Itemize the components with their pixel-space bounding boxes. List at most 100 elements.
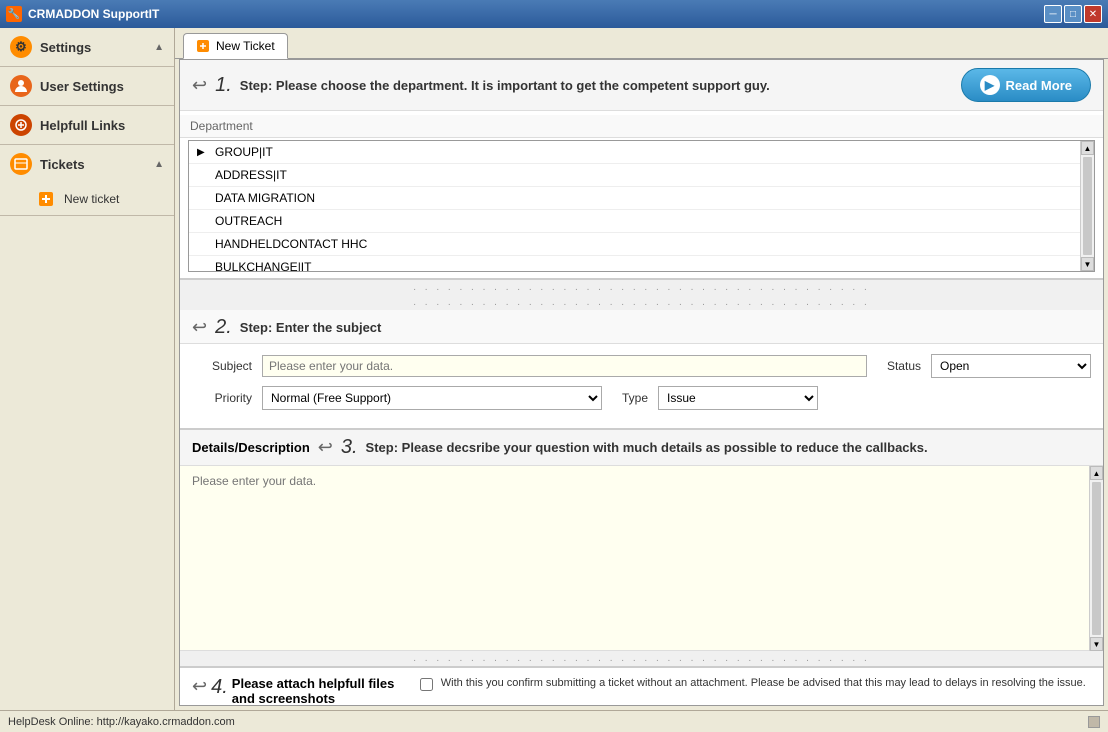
divider3: . . . . . . . . . . . . . . . . . . . . … (180, 651, 1103, 666)
app-container: ⚙ Settings ▲ User Settings (0, 28, 1108, 732)
subject-row: Subject Status Open Closed Pending (192, 354, 1091, 378)
new-ticket-icon (36, 189, 56, 209)
step2-arrow-icon: ↩ (192, 317, 207, 338)
dept-name: ADDRESS|IT (215, 168, 287, 182)
step3-arrow-icon: ↩ (318, 437, 333, 458)
tickets-label: Tickets (40, 157, 85, 172)
dept-row-hhc[interactable]: HANDHELDCONTACT HHC (189, 233, 1080, 256)
step1-text: Step: Please choose the department. It i… (240, 78, 770, 93)
maximize-button[interactable]: □ (1064, 5, 1082, 23)
sidebar-item-user-settings[interactable]: User Settings (0, 67, 174, 105)
dept-scroll-down[interactable]: ▼ (1081, 257, 1094, 271)
subject-input[interactable] (262, 355, 867, 377)
step1-header: ↩ 1. Step: Please choose the department.… (180, 60, 1103, 111)
sidebar-item-new-ticket[interactable]: New ticket (0, 183, 174, 215)
read-more-button[interactable]: ▶ Read More (961, 68, 1091, 102)
sidebar-item-settings[interactable]: ⚙ Settings ▲ (0, 28, 174, 66)
app-icon: 🔧 (6, 6, 22, 22)
content-area: New Ticket ↩ 1. Step: Please choose the … (175, 28, 1108, 710)
dept-name: DATA MIGRATION (215, 191, 315, 205)
sidebar-section-settings: ⚙ Settings ▲ (0, 28, 174, 67)
textarea-scrollbar: ▲ ▼ (1089, 466, 1103, 651)
textarea-scroll-down[interactable]: ▼ (1090, 637, 1103, 651)
tab-label: New Ticket (216, 39, 275, 53)
sidebar-section-tickets: Tickets ▲ New ticket (0, 145, 174, 216)
title-bar: 🔧 CRMADDON SupportIT ─ □ ✕ (0, 0, 1108, 28)
sidebar: ⚙ Settings ▲ User Settings (0, 28, 175, 710)
dept-row-bulkchange[interactable]: BULKCHANGE|IT (189, 256, 1080, 271)
dept-row-data-migration[interactable]: DATA MIGRATION (189, 187, 1080, 210)
step1-header-left: ↩ 1. Step: Please choose the department.… (192, 74, 770, 97)
step3-text: Step: Please decsribe your question with… (366, 440, 928, 455)
step2-text: Step: Enter the subject (240, 320, 382, 335)
priority-label: Priority (192, 391, 252, 405)
step4-section: ↩ 4. Please attach helpfull files and sc… (180, 668, 1103, 706)
department-section: Department ▶ GROUP|IT ADDRESS|IT (180, 111, 1103, 280)
checkbox-area: With this you confirm submitting a ticke… (420, 676, 1091, 691)
settings-icon: ⚙ (10, 36, 32, 58)
step2-number: 2. (215, 316, 232, 339)
details-textarea[interactable] (180, 466, 1089, 651)
dept-row-address-it[interactable]: ADDRESS|IT (189, 164, 1080, 187)
tickets-icon (10, 153, 32, 175)
step4-arrow-icon: ↩ (192, 676, 207, 697)
sidebar-section-user: User Settings (0, 67, 174, 106)
read-more-icon: ▶ (980, 75, 1000, 95)
dept-name: GROUP|IT (215, 145, 273, 159)
no-attachment-checkbox[interactable] (420, 678, 433, 691)
links-label: Helpfull Links (40, 118, 125, 133)
step1-number: 1. (215, 74, 232, 97)
read-more-label: Read More (1006, 78, 1072, 93)
step3-header: Details/Description ↩ 3. Step: Please de… (180, 430, 1103, 466)
dept-row-arrow: ▶ (197, 147, 209, 158)
user-settings-label: User Settings (40, 79, 124, 94)
tab-new-ticket[interactable]: New Ticket (183, 33, 288, 59)
textarea-scroll-up[interactable]: ▲ (1090, 466, 1103, 480)
step2-form: Subject Status Open Closed Pending Prior… (180, 344, 1103, 430)
attach-title: Please attach helpfull files and screens… (232, 676, 412, 706)
status-select[interactable]: Open Closed Pending (931, 354, 1091, 378)
dept-row-outreach[interactable]: OUTREACH (189, 210, 1080, 233)
sidebar-section-links: Helpfull Links (0, 106, 174, 145)
title-bar-controls: ─ □ ✕ (1044, 5, 1102, 23)
step2-header: ↩ 2. Step: Enter the subject (180, 310, 1103, 344)
step1-arrow-icon: ↩ (192, 75, 207, 96)
resize-handle[interactable] (1088, 716, 1100, 728)
dept-name: HANDHELDCONTACT HHC (215, 237, 367, 251)
type-label: Type (622, 391, 648, 405)
step4-header: ↩ 4. Please attach helpfull files and sc… (192, 676, 1091, 706)
minimize-button[interactable]: ─ (1044, 5, 1062, 23)
textarea-container: ▲ ▼ (180, 466, 1103, 651)
status-label: Status (887, 359, 921, 373)
priority-row: Priority Normal (Free Support) High Low … (192, 386, 1091, 410)
checkbox-text: With this you confirm submitting a ticke… (441, 676, 1086, 691)
subject-label: Subject (192, 359, 252, 373)
sidebar-item-tickets[interactable]: Tickets ▲ (0, 145, 174, 183)
dept-scroll-up[interactable]: ▲ (1081, 141, 1094, 155)
sidebar-item-links[interactable]: Helpfull Links (0, 106, 174, 144)
tab-icon (196, 39, 210, 53)
step3-section: Details/Description ↩ 3. Step: Please de… (180, 430, 1103, 668)
step4-title-area: ↩ 4. Please attach helpfull files and sc… (192, 676, 412, 706)
title-bar-left: 🔧 CRMADDON SupportIT (6, 6, 159, 22)
links-icon (10, 114, 32, 136)
step4-number: 4. (211, 676, 228, 699)
status-bar: HelpDesk Online: http://kayako.crmaddon.… (0, 710, 1108, 732)
main-area: ⚙ Settings ▲ User Settings (0, 28, 1108, 710)
dept-scroll-thumb[interactable] (1083, 157, 1092, 255)
dept-label: Department (180, 115, 1103, 138)
close-button[interactable]: ✕ (1084, 5, 1102, 23)
dept-name: BULKCHANGE|IT (215, 260, 311, 271)
priority-select[interactable]: Normal (Free Support) High Low (262, 386, 602, 410)
form-content: ↩ 1. Step: Please choose the department.… (179, 59, 1104, 706)
status-text: HelpDesk Online: http://kayako.crmaddon.… (8, 716, 235, 728)
dept-scrollbar: ▲ ▼ (1080, 141, 1094, 271)
tickets-collapse-icon: ▲ (154, 159, 164, 170)
new-ticket-label: New ticket (64, 192, 119, 206)
type-select[interactable]: Issue Question Feature (658, 386, 818, 410)
details-label: Details/Description (192, 440, 310, 455)
dept-row-group-it[interactable]: ▶ GROUP|IT (189, 141, 1080, 164)
dept-list: ▶ GROUP|IT ADDRESS|IT DATA MIGRATION (189, 141, 1080, 271)
textarea-scroll-thumb[interactable] (1092, 482, 1101, 635)
divider1: . . . . . . . . . . . . . . . . . . . . … (180, 280, 1103, 295)
